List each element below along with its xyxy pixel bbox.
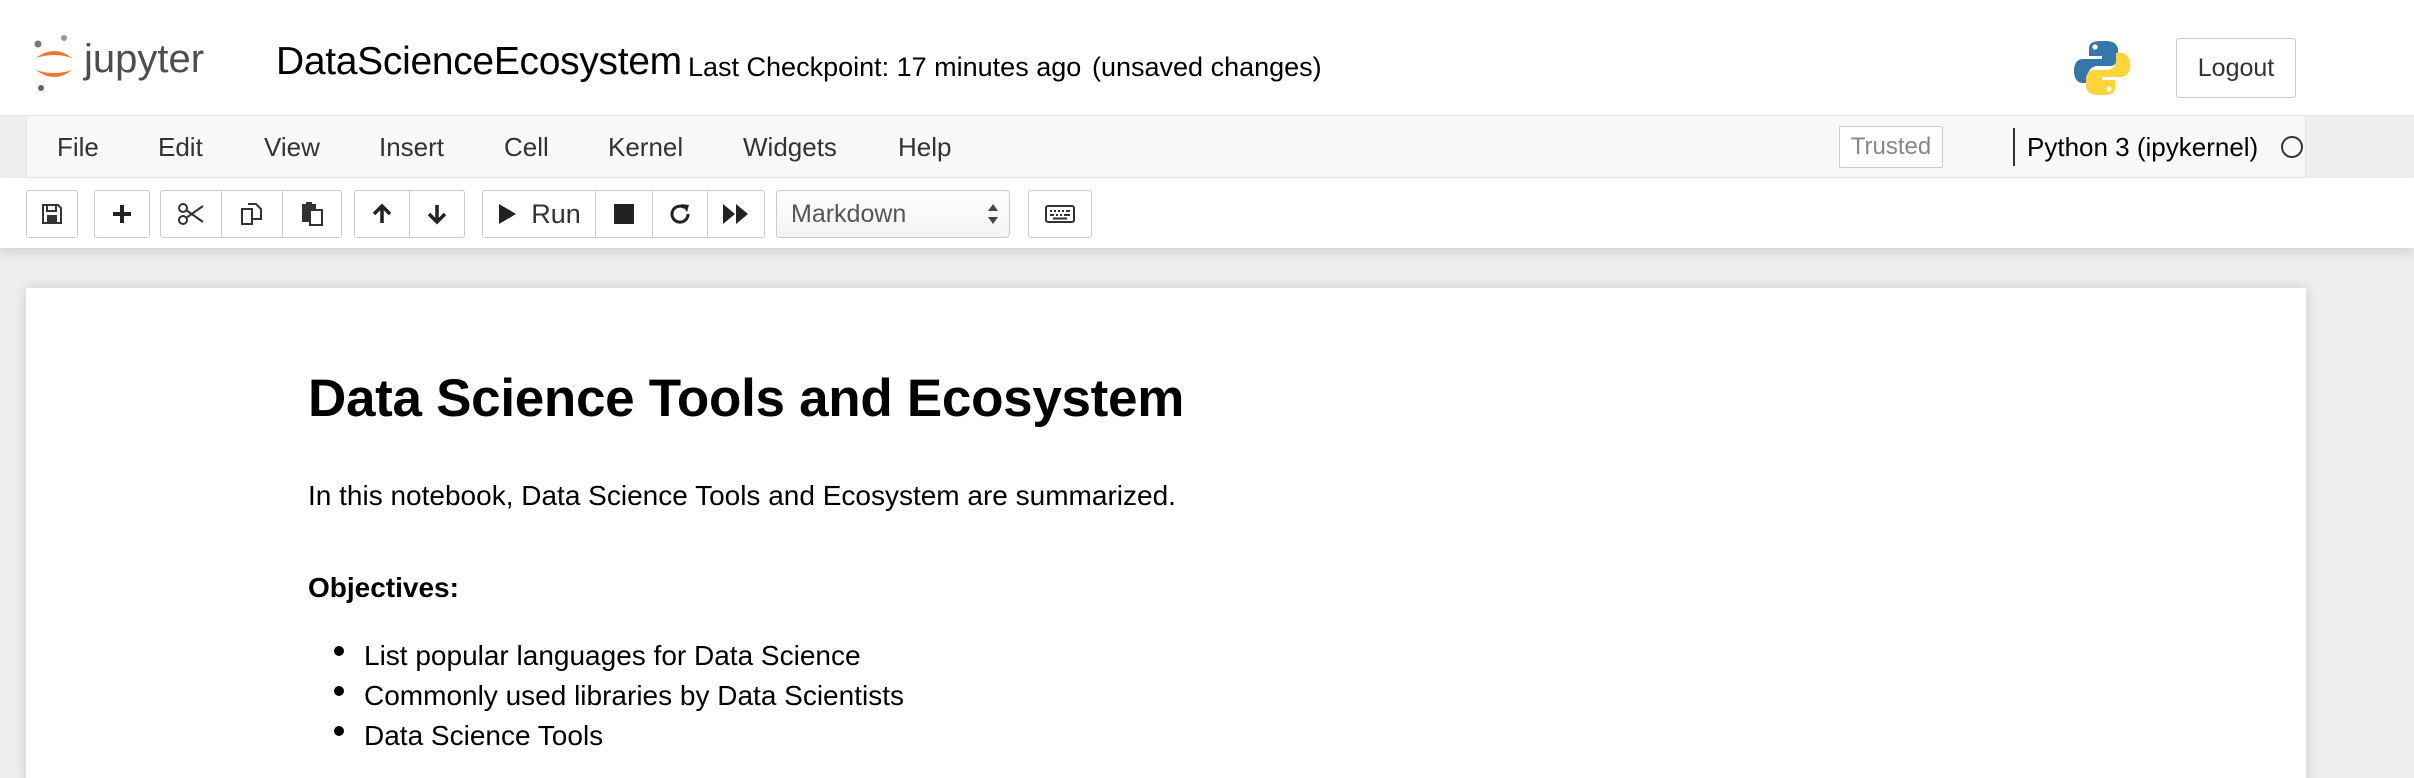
save-icon	[42, 204, 62, 224]
menu-edit[interactable]: Edit	[158, 132, 203, 163]
checkpoint-status: Last Checkpoint: 17 minutes ago	[688, 52, 1082, 82]
menu-cell[interactable]: Cell	[504, 132, 549, 163]
trusted-indicator[interactable]: Trusted	[1839, 126, 1943, 168]
arrow-up-icon	[372, 203, 392, 223]
cut-icon	[178, 203, 204, 225]
logout-button[interactable]: Logout	[2176, 38, 2296, 98]
bullet-icon	[334, 686, 344, 696]
menu-view[interactable]: View	[264, 132, 320, 163]
restart-icon	[670, 204, 690, 224]
notebook-page: Data Science Tools and Ecosystem In this…	[26, 288, 2306, 778]
menu-insert[interactable]: Insert	[379, 132, 444, 163]
paste-cells-button[interactable]	[282, 190, 342, 238]
cell-type-value: Markdown	[791, 200, 907, 228]
menu-help[interactable]: Help	[898, 132, 951, 163]
move-down-button[interactable]	[409, 190, 465, 238]
cell-type-select[interactable]: Markdown	[776, 190, 1010, 238]
stop-icon	[614, 204, 634, 224]
restart-kernel-button[interactable]	[652, 190, 708, 238]
bullet-icon	[334, 726, 344, 736]
objectives-heading: Objectives:	[308, 572, 459, 603]
jupyter-logo[interactable]: jupyter	[32, 34, 252, 94]
run-label: Run	[531, 198, 581, 229]
python-logo-icon	[2074, 41, 2130, 95]
keyboard-icon	[1045, 205, 1075, 223]
list-item: Commonly used libraries by Data Scientis…	[364, 680, 904, 711]
kernel-idle-icon	[2281, 136, 2303, 158]
interrupt-kernel-button[interactable]	[595, 190, 653, 238]
select-arrows-icon	[988, 204, 998, 224]
kernel-name[interactable]: Python 3 (ipykernel)	[2027, 132, 2258, 163]
plus-icon	[113, 205, 131, 223]
move-up-button[interactable]	[354, 190, 410, 238]
paste-icon	[302, 202, 323, 226]
list-item: List popular languages for Data Science	[364, 640, 861, 671]
arrow-down-icon	[427, 205, 447, 225]
jupyter-wordmark: jupyter	[83, 37, 204, 81]
menu-file[interactable]: File	[57, 132, 99, 163]
list-item: Data Science Tools	[364, 720, 604, 751]
cut-cells-button[interactable]	[160, 190, 222, 238]
header: jupyter DataScienceEcosystem Last Checkp…	[0, 0, 2414, 116]
bullet-icon	[334, 646, 344, 656]
kernel-separator	[2013, 128, 2015, 166]
cell-title: Data Science Tools and Ecosystem	[308, 369, 1185, 428]
autosave-status: (unsaved changes)	[1092, 52, 1322, 82]
fast-forward-icon	[723, 204, 748, 224]
insert-cell-button[interactable]	[94, 190, 150, 238]
menu-widgets[interactable]: Widgets	[743, 132, 837, 163]
notebook-name[interactable]: DataScienceEcosystem	[276, 40, 682, 84]
play-icon	[499, 204, 517, 224]
toolbar: Run Markdown	[0, 178, 2414, 248]
menubar: File Edit View Insert Cell Kernel Widget…	[26, 116, 2306, 178]
copy-icon	[241, 203, 262, 225]
save-button[interactable]	[26, 190, 78, 238]
copy-cells-button[interactable]	[221, 190, 283, 238]
restart-run-all-button[interactable]	[707, 190, 765, 238]
run-button[interactable]: Run	[482, 190, 596, 238]
cell-intro-text: In this notebook, Data Science Tools and…	[308, 480, 1176, 511]
command-palette-button[interactable]	[1028, 190, 1092, 238]
menu-kernel[interactable]: Kernel	[608, 132, 683, 163]
